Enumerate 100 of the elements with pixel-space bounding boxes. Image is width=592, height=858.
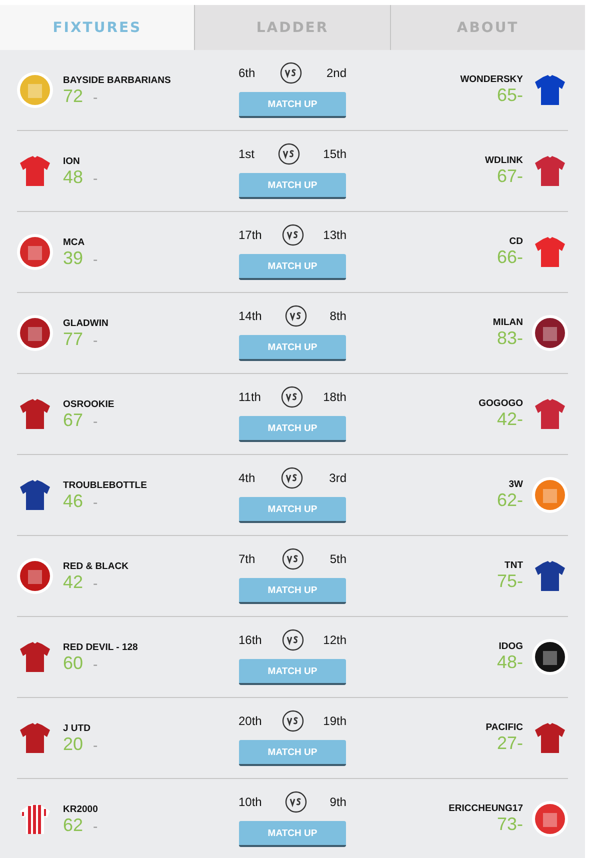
team-name: GLADWIN [63, 318, 108, 328]
team-name: RED & BLACK [63, 560, 128, 572]
vs-icon [281, 386, 304, 408]
match-up-button[interactable]: MATCH UP [239, 416, 346, 442]
team-rank: 13th [323, 228, 346, 242]
match-up-button[interactable]: MATCH UP [239, 740, 346, 766]
team-name: WDLINK [485, 155, 523, 166]
team-rank: 20th [238, 714, 262, 728]
match-up-button[interactable]: MATCH UP [239, 173, 346, 199]
match-up-button[interactable]: MATCH UP [239, 335, 346, 361]
team-name: TNT [504, 560, 523, 571]
team-rank: 12th [323, 633, 346, 647]
team-score: 46 [63, 490, 84, 510]
team-score: 42 [63, 572, 84, 592]
team-score: 62 [63, 814, 84, 834]
team-name: J UTD [63, 722, 92, 734]
team-name: OSROOKIE [63, 398, 114, 410]
projected-score: - [93, 574, 98, 590]
team-score: 72 [63, 86, 84, 106]
team-score: 48 [63, 166, 84, 186]
team-name: TROUBLEBOTTLE [63, 480, 147, 490]
projected-score: - [93, 88, 98, 104]
team-name: GOGOGO [478, 398, 523, 409]
team-rank: 16th [238, 633, 262, 647]
team-score: 66 [496, 247, 517, 267]
match-up-button[interactable]: MATCH UP [239, 578, 346, 604]
team-score: 77 [63, 328, 84, 348]
team-score: 67 [63, 410, 84, 430]
projected-score: - [93, 170, 98, 186]
projected-score: - [517, 571, 523, 592]
team-name: MCA [63, 236, 86, 248]
team-score: 83 [496, 328, 517, 348]
vs-icon [282, 548, 304, 570]
projected-score: - [93, 494, 98, 510]
vs-icon [282, 710, 304, 732]
team-rank: 2nd [326, 66, 346, 80]
team-score: 48 [496, 652, 517, 672]
match-up-button[interactable]: MATCH UP [239, 659, 346, 685]
team-rank: 6th [238, 66, 256, 80]
team-score: 65 [496, 85, 517, 105]
team-name: PACIFIC [486, 722, 523, 733]
match-up-button[interactable]: MATCH UP [239, 821, 346, 847]
team-rank: 11th [238, 390, 261, 404]
vs-icon [282, 224, 304, 246]
team-rank: 18th [323, 390, 346, 404]
team-score: 73 [496, 814, 517, 834]
projected-score: - [517, 490, 523, 511]
team-score: 75 [496, 571, 517, 591]
team-rank: 3rd [329, 471, 346, 485]
vs-icon [284, 791, 307, 813]
projected-score: - [517, 814, 523, 835]
projected-score: - [93, 736, 98, 752]
projected-score: - [93, 656, 98, 672]
team-name: BAYSIDE BARBARIANS [63, 74, 171, 86]
projected-score: - [93, 250, 98, 266]
team-name: ION [63, 156, 81, 166]
projected-score: - [517, 166, 523, 187]
team-rank: 7th [238, 552, 256, 566]
vs-icon [278, 143, 300, 165]
team-rank: 5th [330, 552, 346, 566]
team-rank: 15th [323, 147, 346, 161]
vs-icon [280, 62, 302, 84]
team-name: KR2000 [63, 804, 98, 814]
projected-score: - [517, 733, 523, 754]
team-name: 3W [508, 479, 523, 490]
team-name: WONDERSKY [460, 74, 523, 85]
team-score: 67 [496, 166, 517, 186]
match-up-button[interactable]: MATCH UP [239, 92, 346, 118]
vs-icon [284, 305, 307, 327]
vs-icon [281, 467, 304, 489]
team-name: MILAN [492, 317, 523, 328]
team-score: 62 [496, 490, 517, 510]
team-name: RED DEVIL - 128 [63, 642, 138, 652]
team-rank: 1st [238, 147, 255, 161]
projected-score: - [93, 818, 98, 834]
team-score: 39 [63, 248, 84, 268]
projected-score: - [517, 328, 523, 349]
team-name: CD [509, 236, 523, 247]
team-rank: 8th [330, 309, 346, 323]
projected-score: - [517, 85, 523, 106]
team-name: IDOG [498, 641, 523, 652]
projected-score: - [517, 409, 523, 430]
team-score: 42 [496, 409, 517, 429]
projected-score: - [93, 332, 98, 348]
tab[interactable]: FIXTURES [0, 5, 194, 50]
team-rank: 19th [323, 714, 346, 728]
match-up-button[interactable]: MATCH UP [239, 497, 346, 523]
team-score: 20 [63, 734, 84, 754]
match-up-button[interactable]: MATCH UP [239, 254, 346, 280]
team-rank: 4th [238, 471, 256, 485]
team-rank: 14th [238, 309, 262, 323]
team-score: 60 [63, 652, 84, 672]
vs-icon [282, 629, 304, 651]
projected-score: - [517, 247, 523, 268]
team-rank: 17th [238, 228, 262, 242]
team-rank: 9th [330, 795, 346, 809]
team-score: 27 [496, 733, 517, 753]
projected-score: - [93, 412, 98, 428]
team-rank: 10th [238, 795, 262, 809]
projected-score: - [517, 652, 523, 673]
